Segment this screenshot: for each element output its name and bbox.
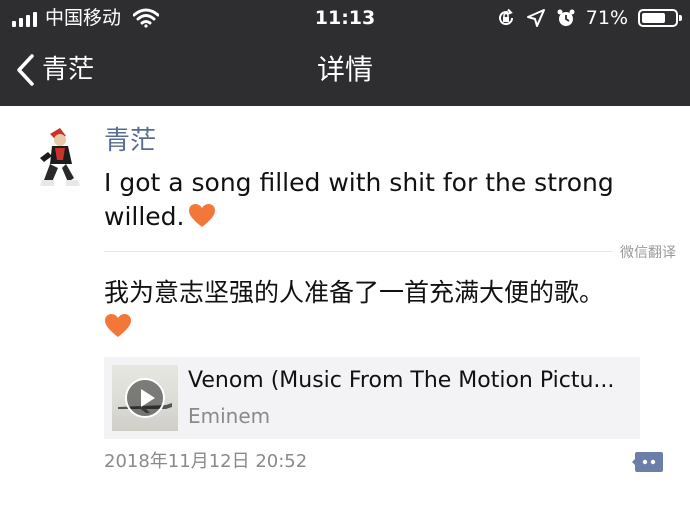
battery-level-fill xyxy=(642,13,665,23)
post-text: I got a song filled with shit for the st… xyxy=(104,166,664,234)
comment-icon[interactable] xyxy=(632,450,664,474)
battery-percentage: 71% xyxy=(585,7,628,29)
post-text-content: I got a song filled with shit for the st… xyxy=(104,168,614,231)
location-arrow-icon xyxy=(526,9,545,27)
status-bar: 中国移动 11:13 71% xyxy=(0,0,690,36)
alarm-clock-icon xyxy=(557,9,575,26)
orange-heart-icon xyxy=(105,314,131,337)
translated-text: 我为意志坚强的人准备了一首充满大便的歌。 xyxy=(104,276,664,344)
battery-icon xyxy=(638,9,682,27)
translation-label: 微信翻译 xyxy=(612,244,676,262)
music-card[interactable]: Venom (Music From The Motion Pictu... Em… xyxy=(104,357,640,439)
avatar[interactable] xyxy=(30,124,86,190)
orientation-lock-icon xyxy=(498,8,513,26)
post-timestamp: 2018年11月12日 20:52 xyxy=(104,451,308,472)
music-artist: Eminem xyxy=(188,404,271,428)
page-title: 详情 xyxy=(316,53,373,86)
orange-heart-icon xyxy=(189,204,216,227)
album-cover xyxy=(112,365,178,431)
translated-text-content: 我为意志坚强的人准备了一首充满大便的歌。 xyxy=(104,278,605,307)
navigation-bar: 青茫 详情 xyxy=(0,36,690,106)
music-title: Venom (Music From The Motion Pictu... xyxy=(188,368,615,393)
post-author-name[interactable]: 青茫 xyxy=(104,125,156,157)
play-icon[interactable] xyxy=(125,378,165,418)
translation-divider xyxy=(104,251,670,252)
